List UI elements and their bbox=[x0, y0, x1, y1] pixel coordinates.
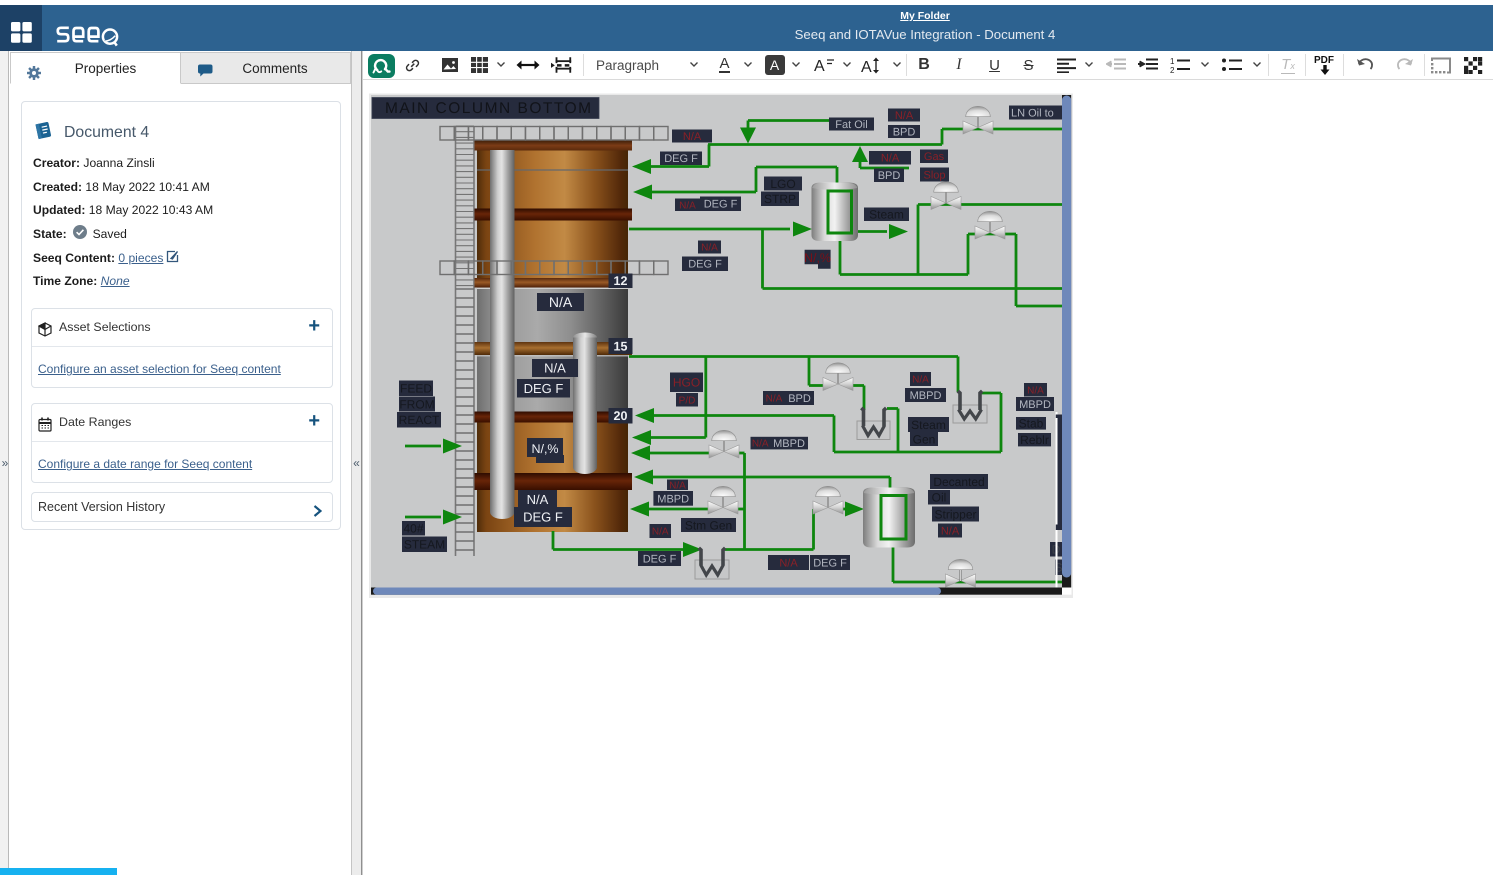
svg-text:Steam: Steam bbox=[869, 208, 904, 222]
svg-text:N/A: N/A bbox=[1027, 385, 1044, 396]
svg-text:Slop: Slop bbox=[923, 170, 945, 182]
svg-text:N/A: N/A bbox=[881, 153, 900, 165]
svg-text:FROM: FROM bbox=[399, 397, 434, 411]
svg-text:N/A: N/A bbox=[669, 480, 686, 491]
svg-text:HGO: HGO bbox=[673, 376, 700, 390]
svg-text:MAIN COLUMN BOTTOM: MAIN COLUMN BOTTOM bbox=[385, 100, 593, 117]
svg-text:Stripper: Stripper bbox=[934, 507, 976, 521]
svg-text:N/A: N/A bbox=[941, 526, 960, 538]
svg-text:Oil: Oil bbox=[932, 491, 947, 505]
svg-text:Stm Gen: Stm Gen bbox=[685, 518, 732, 532]
svg-text:N/A: N/A bbox=[527, 492, 549, 507]
svg-text:Stab: Stab bbox=[1019, 417, 1044, 431]
svg-text:BPD: BPD bbox=[788, 393, 811, 405]
svg-text:N/A: N/A bbox=[752, 439, 769, 450]
svg-text:MBPD: MBPD bbox=[910, 390, 942, 402]
svg-text:DEG F: DEG F bbox=[813, 558, 847, 570]
svg-text:20: 20 bbox=[614, 409, 628, 423]
svg-text:DEG F: DEG F bbox=[523, 510, 563, 525]
svg-text:12: 12 bbox=[614, 274, 628, 288]
svg-text:N/A: N/A bbox=[679, 200, 696, 211]
svg-text:40#: 40# bbox=[403, 522, 423, 536]
svg-text:BPD: BPD bbox=[893, 127, 916, 139]
svg-text:DEG F: DEG F bbox=[664, 153, 698, 165]
svg-text:DEG F: DEG F bbox=[688, 259, 722, 271]
svg-text:BPD: BPD bbox=[878, 170, 901, 182]
svg-text:Gas: Gas bbox=[924, 151, 945, 163]
svg-text:MBPD: MBPD bbox=[657, 493, 689, 505]
svg-text:Reblr: Reblr bbox=[1020, 433, 1049, 447]
svg-text:N/A: N/A bbox=[701, 243, 718, 254]
svg-text:STRP: STRP bbox=[764, 192, 796, 206]
svg-text:Gen: Gen bbox=[913, 432, 936, 446]
svg-text:N/A: N/A bbox=[779, 558, 798, 570]
svg-text:N/,%: N/,% bbox=[804, 251, 831, 265]
svg-text:N/A: N/A bbox=[544, 361, 566, 376]
svg-text:DEG F: DEG F bbox=[704, 199, 738, 211]
svg-text:REACT: REACT bbox=[399, 413, 440, 427]
svg-text:N/A: N/A bbox=[683, 131, 702, 143]
svg-text:STEAM: STEAM bbox=[404, 538, 445, 552]
svg-text:MBPD: MBPD bbox=[1019, 399, 1051, 411]
svg-text:N/,%: N/,% bbox=[531, 442, 558, 456]
svg-text:N/A: N/A bbox=[766, 394, 783, 405]
svg-text:N/A: N/A bbox=[549, 294, 573, 310]
svg-text:DEG F: DEG F bbox=[524, 381, 564, 396]
svg-text:Steam: Steam bbox=[911, 418, 946, 432]
svg-text:Fat Oil: Fat Oil bbox=[835, 119, 867, 131]
svg-text:N/A: N/A bbox=[652, 527, 669, 538]
svg-text:P/D: P/D bbox=[679, 395, 696, 406]
svg-text:LGO: LGO bbox=[770, 177, 795, 191]
svg-text:15: 15 bbox=[614, 340, 628, 354]
svg-text:LN Oil to: LN Oil to bbox=[1011, 108, 1054, 120]
svg-text:N/A: N/A bbox=[895, 110, 914, 122]
svg-text:Decanted: Decanted bbox=[933, 475, 984, 489]
svg-text:FEED: FEED bbox=[400, 382, 432, 396]
svg-text:DEG F: DEG F bbox=[643, 554, 677, 566]
svg-text:MBPD: MBPD bbox=[773, 438, 805, 450]
svg-text:N/A: N/A bbox=[912, 375, 929, 386]
